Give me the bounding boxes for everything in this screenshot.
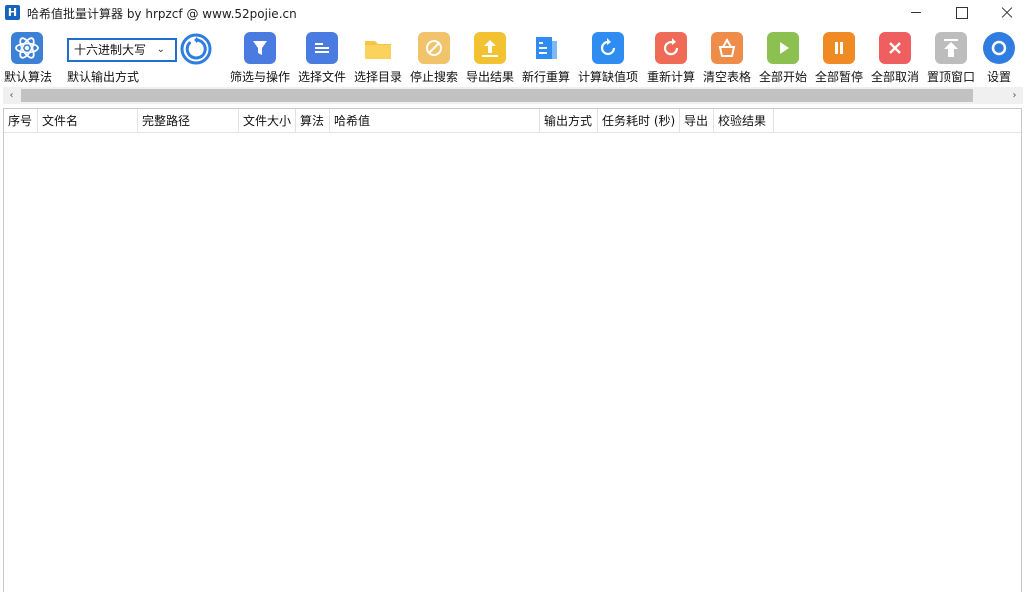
- scroll-left-arrow[interactable]: ‹: [3, 87, 20, 104]
- toolbar-button-label: 全部取消: [870, 70, 919, 84]
- pin-top-icon: [935, 32, 967, 64]
- app-logo-icon: H: [5, 5, 20, 20]
- minimize-button[interactable]: [892, 0, 938, 26]
- column-header[interactable]: 任务耗时 (秒): [598, 109, 680, 133]
- column-header[interactable]: 导出: [680, 109, 714, 133]
- close-button[interactable]: [984, 0, 1028, 26]
- stop-search-icon: [418, 32, 450, 64]
- results-table[interactable]: 序号 文件名 完整路径 文件大小 算法 哈希值 输出方式 任务耗时 (秒) 导出 校验结果: [3, 108, 1022, 592]
- column-header[interactable]: 文件名: [38, 109, 138, 133]
- column-header[interactable]: 校验结果: [714, 109, 774, 133]
- maximize-button[interactable]: [938, 0, 984, 26]
- chevron-down-icon: ⌄: [156, 44, 165, 55]
- play-icon: [767, 32, 799, 64]
- toolbar-button-label: 停止搜索: [409, 70, 458, 84]
- folder-icon: [362, 32, 394, 64]
- gear-icon: [983, 32, 1015, 64]
- column-header[interactable]: 完整路径: [138, 109, 239, 133]
- basket-icon: [711, 32, 743, 64]
- toolbar-button-label: 导出结果: [465, 70, 514, 84]
- toolbar-button-label: 选择文件: [297, 70, 346, 84]
- horizontal-scrollbar[interactable]: ‹ ›: [3, 87, 1023, 104]
- toolbar-button-label: 计算缺值项: [577, 70, 638, 84]
- export-icon: [474, 32, 506, 64]
- column-header[interactable]: 哈希值: [330, 109, 540, 133]
- column-header[interactable]: 文件大小: [239, 109, 296, 133]
- toolbar-button-label: 全部暂停: [814, 70, 863, 84]
- toolbar-button-label: 新行重算: [521, 70, 570, 84]
- app-window: H 哈希值批量计算器 by hrpzcf @ www.52pojie.cn 默认…: [0, 0, 1028, 592]
- document-list-icon: [530, 32, 562, 64]
- output-mode-label: 默认输出方式: [67, 70, 140, 84]
- window-title: 哈希值批量计算器 by hrpzcf @ www.52pojie.cn: [27, 7, 297, 21]
- output-mode-value: 十六进制大写: [74, 43, 147, 57]
- atom-icon: [11, 32, 43, 64]
- toolbar-button-label: 全部开始: [758, 70, 807, 84]
- file-icon: [306, 32, 338, 64]
- toolbar-button-label: 设置: [986, 70, 1011, 84]
- column-header[interactable]: 算法: [296, 109, 330, 133]
- scroll-right-arrow[interactable]: ›: [1006, 87, 1023, 104]
- output-mode-select[interactable]: 十六进制大写 ⌄: [67, 38, 177, 62]
- scrollbar-thumb[interactable]: [21, 89, 973, 102]
- title-bar[interactable]: H 哈希值批量计算器 by hrpzcf @ www.52pojie.cn: [0, 0, 1028, 26]
- column-header[interactable]: 序号: [4, 109, 38, 133]
- column-header[interactable]: 输出方式: [540, 109, 598, 133]
- cancel-icon: [879, 32, 911, 64]
- toolbar-button-label: 重新计算: [646, 70, 695, 84]
- pause-icon: [823, 32, 855, 64]
- refresh-icon: [592, 32, 624, 64]
- default-algorithm-label: 默认算法: [3, 70, 52, 84]
- toolbar-button-label: 清空表格: [702, 70, 751, 84]
- filter-icon: [244, 32, 276, 64]
- toolbar-button-label: 选择目录: [353, 70, 402, 84]
- recalc-icon: [655, 32, 687, 64]
- reset-ring-icon[interactable]: [180, 33, 212, 65]
- toolbar-button-label: 筛选与操作: [229, 70, 290, 84]
- toolbar-button-label: 置顶窗口: [926, 70, 975, 84]
- table-header: 序号 文件名 完整路径 文件大小 算法 哈希值 输出方式 任务耗时 (秒) 导出 校验结果: [4, 109, 1021, 133]
